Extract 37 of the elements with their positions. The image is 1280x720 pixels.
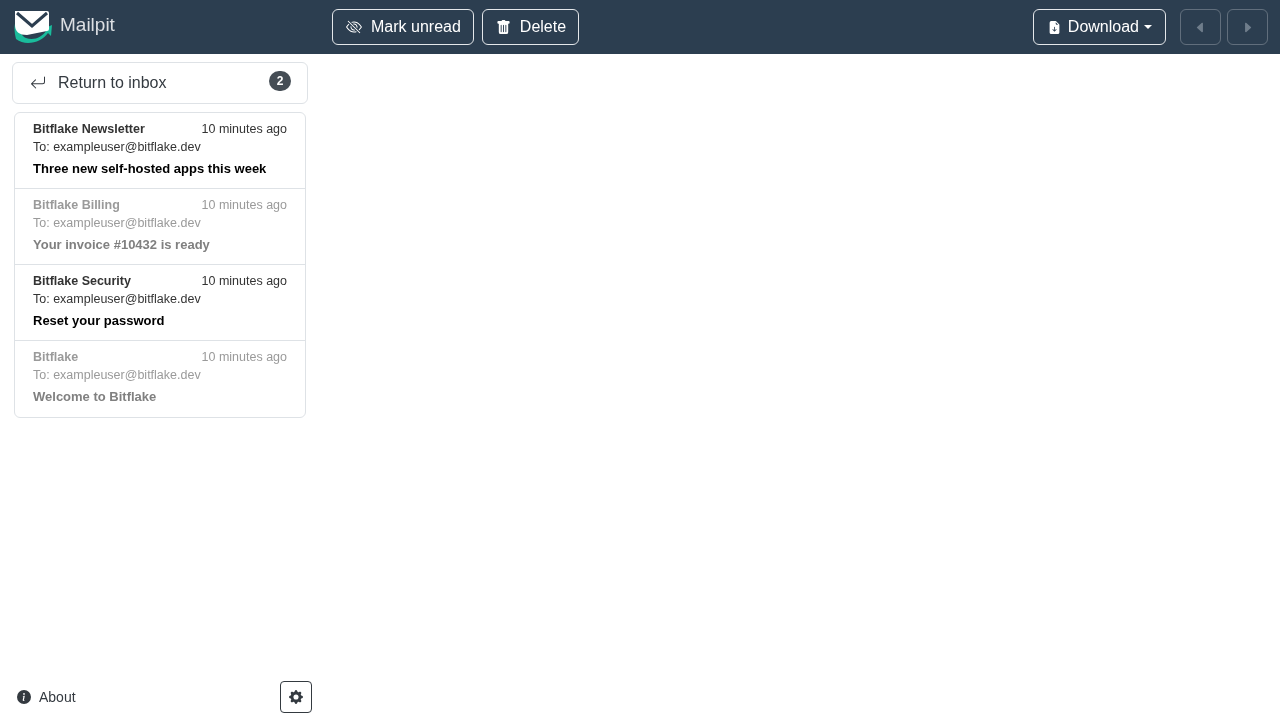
eye-slash-icon xyxy=(346,19,362,35)
message-item[interactable]: Bitflake Newsletter 10 minutes ago To: exampleuser@bitflake.dev Three new self-hosted apps this week xyxy=(15,113,305,189)
caret-icon xyxy=(1144,25,1152,29)
message-subject: Reset your password xyxy=(33,312,166,329)
message-subject: Three new self-hosted apps this week xyxy=(33,160,268,177)
info-icon xyxy=(17,690,31,704)
mark-unread-button[interactable]: Mark unread xyxy=(332,9,474,45)
message-item[interactable]: Bitflake 10 minutes ago To: exampleuser@bitflake.dev Welcome to Bitflake xyxy=(15,341,305,417)
recipient-text: To: exampleuser@bitflake.dev xyxy=(33,139,202,155)
settings-icon xyxy=(289,690,303,704)
return-arrow-icon xyxy=(30,75,46,91)
return-to-inbox-button[interactable]: Return to inbox 2 xyxy=(12,62,308,104)
message-time: 10 minutes ago xyxy=(201,349,287,365)
sender-name: Bitflake Billing xyxy=(33,197,120,213)
sender-name: Bitflake Newsletter xyxy=(33,121,145,137)
message-subject: Your invoice #10432 is ready xyxy=(33,236,211,253)
logo-icon xyxy=(12,9,52,45)
delete-button[interactable]: Delete xyxy=(481,9,580,45)
recipient-text: To: exampleuser@bitflake.dev xyxy=(33,215,202,231)
message-time: 10 minutes ago xyxy=(201,121,287,137)
message-subject: Welcome to Bitflake xyxy=(33,388,158,405)
download-button[interactable]: Download xyxy=(1032,9,1166,45)
message-time: 10 minutes ago xyxy=(201,273,287,289)
settings-button[interactable] xyxy=(280,681,312,713)
brand-name: Mailpit xyxy=(60,14,115,36)
trash-icon xyxy=(495,19,511,35)
message-item[interactable]: Bitflake Security 10 minutes ago To: exampleuser@bitflake.dev Reset your password xyxy=(15,265,305,341)
unread-count-badge: 2 xyxy=(269,71,291,91)
recipient-text: To: exampleuser@bitflake.dev xyxy=(33,291,202,307)
sender-name: Bitflake Security xyxy=(33,273,131,289)
about-link[interactable]: About xyxy=(17,689,76,705)
sender-name: Bitflake xyxy=(33,349,79,365)
recipient-text: To: exampleuser@bitflake.dev xyxy=(33,367,202,383)
message-time: 10 minutes ago xyxy=(201,197,287,213)
file-download-icon xyxy=(1047,20,1061,34)
return-label: Return to inbox xyxy=(58,74,168,92)
message-item[interactable]: Bitflake Billing 10 minutes ago To: exampleuser@bitflake.dev Your invoice #10432 is ready xyxy=(15,189,305,265)
